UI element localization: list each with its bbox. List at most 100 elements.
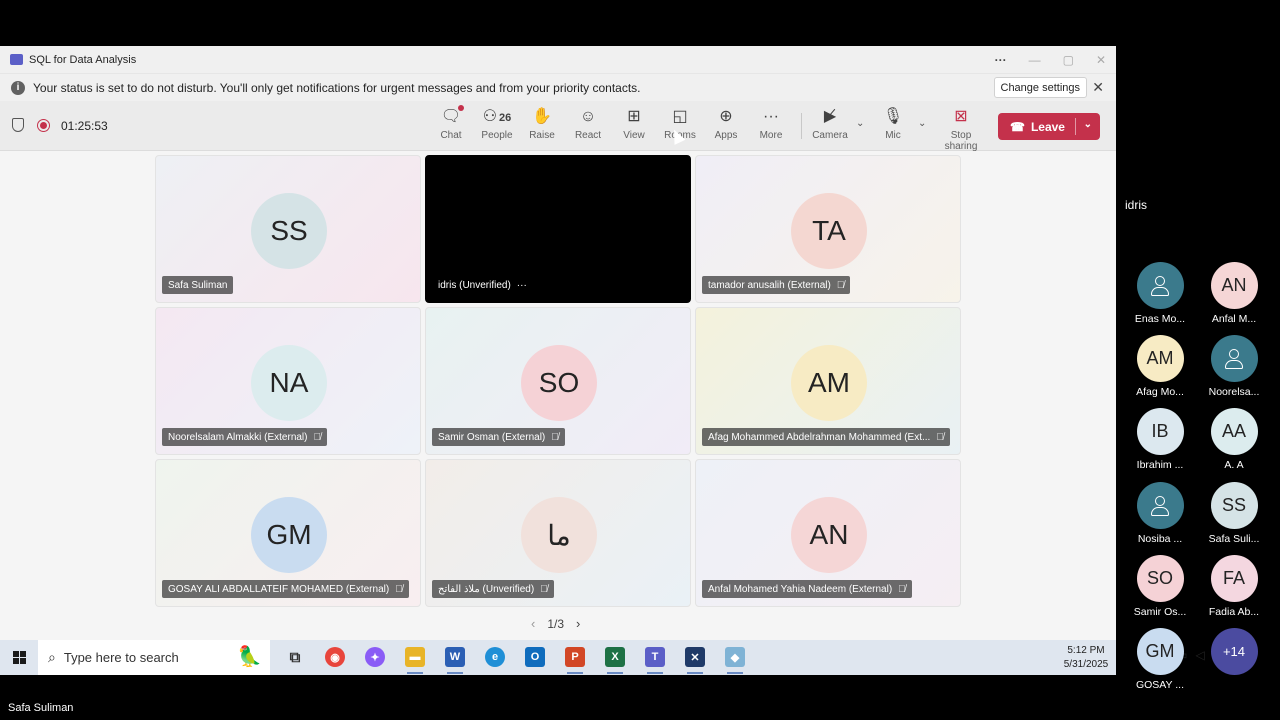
side-participant[interactable]: IB Ibrahim ... xyxy=(1130,408,1190,471)
people-icon: ⚇ 26 xyxy=(482,108,512,125)
next-page-icon[interactable]: › xyxy=(576,616,580,631)
powerpoint-icon[interactable]: P xyxy=(565,647,585,667)
side-participant[interactable]: AM Afag Mo... xyxy=(1130,335,1190,398)
side-participant[interactable]: AA A. A xyxy=(1204,408,1264,471)
chrome-icon[interactable]: ◉ xyxy=(325,647,345,667)
teams-taskbar-icon[interactable]: T xyxy=(645,647,665,667)
apps-button[interactable]: ⊕ Apps xyxy=(706,107,746,141)
clock-date: 5/31/2025 xyxy=(1063,659,1109,670)
gallery-pager: ‹ 1/3 › xyxy=(531,616,580,631)
participant-name: Safa Suliman xyxy=(162,276,234,294)
copilot-icon[interactable]: ✦ xyxy=(365,647,385,667)
more-button[interactable]: ··· More xyxy=(751,107,791,141)
avatar: AM xyxy=(791,345,867,421)
leave-options-chevron-icon[interactable]: ⌄ xyxy=(1084,119,1092,130)
muted-mic-icon: 🎙̸ xyxy=(836,279,845,291)
ellipsis-icon: ··· xyxy=(763,108,779,125)
participant-tile[interactable]: NA Noorelsalam Almakki (External) 🎙̸ xyxy=(155,307,421,455)
participant-tile[interactable]: AM Afag Mohammed Abdelrahman Mohammed (E… xyxy=(695,307,961,455)
outlook-icon[interactable]: O xyxy=(525,647,545,667)
search-placeholder: Type here to search xyxy=(63,650,179,665)
view-button[interactable]: ⊞ View xyxy=(614,107,654,141)
side-participant[interactable]: FA Fadia Ab... xyxy=(1204,555,1264,618)
avatar: TA xyxy=(791,193,867,269)
app-icon[interactable]: ◆ xyxy=(725,647,745,667)
windows-taskbar: ⌕ Type here to search 🦜 xyxy=(0,640,1116,675)
avatar: GM xyxy=(1136,628,1184,675)
task-view-icon[interactable]: ⧉ xyxy=(285,647,305,667)
camera-button[interactable]: ▶̸ Camera xyxy=(810,107,850,141)
overflow-count: +14 xyxy=(1210,628,1258,675)
taskbar-search-box[interactable]: ⌕ Type here to search 🦜 xyxy=(38,640,270,675)
muted-mic-icon: 🎙̸ xyxy=(313,431,322,443)
side-participant[interactable]: SS Safa Suli... xyxy=(1204,482,1264,545)
avatar: NA xyxy=(251,345,327,421)
participant-tile[interactable]: SS Safa Suliman xyxy=(155,155,421,303)
participant-name: ملاذ الفاتح (Unverified) 🎙̸ xyxy=(432,580,554,598)
presenter-name: Safa Suliman xyxy=(8,702,74,714)
participant-name: Anfal Mohamed Yahia Nadeem (External) 🎙̸ xyxy=(702,580,912,598)
avatar: SO xyxy=(521,345,597,421)
participant-video-tile[interactable]: idris (Unverified) ··· xyxy=(425,155,691,303)
taskbar-clock[interactable]: 5:12 PM 5/31/2025 xyxy=(1060,644,1112,672)
participant-name: Afag Mohammed Abdelrahman Mohammed (Ext.… xyxy=(702,428,950,446)
person-icon xyxy=(1210,335,1258,382)
participant-tile[interactable]: ما ملاذ الفاتح (Unverified) 🎙̸ xyxy=(425,459,691,607)
sql-tool-icon[interactable]: ✕ xyxy=(685,647,705,667)
participant-name: tamador anusalih (External) 🎙̸ xyxy=(702,276,851,294)
window-title: SQL for Data Analysis xyxy=(29,53,137,66)
minimize-icon[interactable]: — xyxy=(1029,53,1041,67)
rooms-icon: ◱ xyxy=(672,108,688,125)
side-participant[interactable]: Enas Mo... xyxy=(1130,262,1190,325)
side-participant[interactable]: AN Anfal M... xyxy=(1204,262,1264,325)
camera-options-chevron-icon[interactable]: ⌄ xyxy=(856,118,864,129)
participant-tile[interactable]: GM GOSAY ALI ABDALLATEIF MOHAMED (Extern… xyxy=(155,459,421,607)
participant-tile[interactable]: AN Anfal Mohamed Yahia Nadeem (External)… xyxy=(695,459,961,607)
raise-hand-button[interactable]: ✋ Raise xyxy=(522,107,562,141)
side-participant[interactable]: SO Samir Os... xyxy=(1130,555,1190,618)
avatar: FA xyxy=(1210,555,1258,602)
participant-tile[interactable]: TA tamador anusalih (External) 🎙̸ xyxy=(695,155,961,303)
avatar: AA xyxy=(1210,408,1258,455)
close-banner-icon[interactable]: ✕ xyxy=(1092,79,1104,96)
more-participants-button[interactable]: +14 xyxy=(1204,628,1264,675)
leave-button[interactable]: ☎ Leave ⌄ xyxy=(998,113,1100,140)
participant-name: idris (Unverified) ··· xyxy=(432,276,533,294)
avatar: ما xyxy=(521,497,597,573)
banner-message: Your status is set to do not disturb. Yo… xyxy=(33,80,641,95)
participant-tile[interactable]: SO Samir Osman (External) 🎙̸ xyxy=(425,307,691,455)
mic-button[interactable]: 🎙 Mic xyxy=(873,107,913,141)
people-button[interactable]: ⚇ 26 People xyxy=(477,107,517,141)
muted-mic-icon: 🎙̸ xyxy=(395,583,403,595)
side-participant[interactable]: Noorelsa... xyxy=(1204,335,1264,398)
avatar: AN xyxy=(1210,262,1258,309)
edge-icon[interactable]: e xyxy=(485,647,505,667)
react-button[interactable]: ☺ React xyxy=(568,107,608,141)
window-controls: ··· — ▢ ✕ xyxy=(995,46,1106,73)
more-options-icon[interactable]: ··· xyxy=(995,53,1007,67)
mic-options-chevron-icon[interactable]: ⌄ xyxy=(918,118,926,129)
avatar: AN xyxy=(791,497,867,573)
clock-time: 5:12 PM xyxy=(1067,645,1105,656)
file-explorer-icon[interactable]: ▬ xyxy=(405,647,425,667)
participant-name: Samir Osman (External) 🎙̸ xyxy=(432,428,565,446)
muted-mic-icon: 🎙̸ xyxy=(540,583,548,595)
previous-page-icon[interactable]: ‹ xyxy=(531,616,535,631)
maximize-icon[interactable]: ▢ xyxy=(1063,53,1074,67)
start-button[interactable] xyxy=(0,651,38,664)
side-participant[interactable]: Nosiba ... xyxy=(1130,482,1190,545)
chat-icon: 🗨 xyxy=(431,105,471,127)
excel-icon[interactable]: X xyxy=(605,647,625,667)
close-window-icon[interactable]: ✕ xyxy=(1096,53,1106,67)
change-settings-button[interactable]: Change settings xyxy=(993,77,1087,98)
search-icon: ⌕ xyxy=(48,649,56,665)
chat-button[interactable]: 🗨 Chat xyxy=(431,105,471,141)
side-participant[interactable]: GM GOSAY ... xyxy=(1130,628,1190,691)
avatar: SS xyxy=(1210,482,1258,529)
mic-icon: 🎙 xyxy=(882,108,904,125)
recording-icon xyxy=(37,119,50,132)
word-icon[interactable]: W xyxy=(445,647,465,667)
avatar: AM xyxy=(1136,335,1184,382)
more-options-icon[interactable]: ··· xyxy=(517,280,527,291)
stop-sharing-button[interactable]: ⊠ Stop sharing xyxy=(935,107,987,152)
